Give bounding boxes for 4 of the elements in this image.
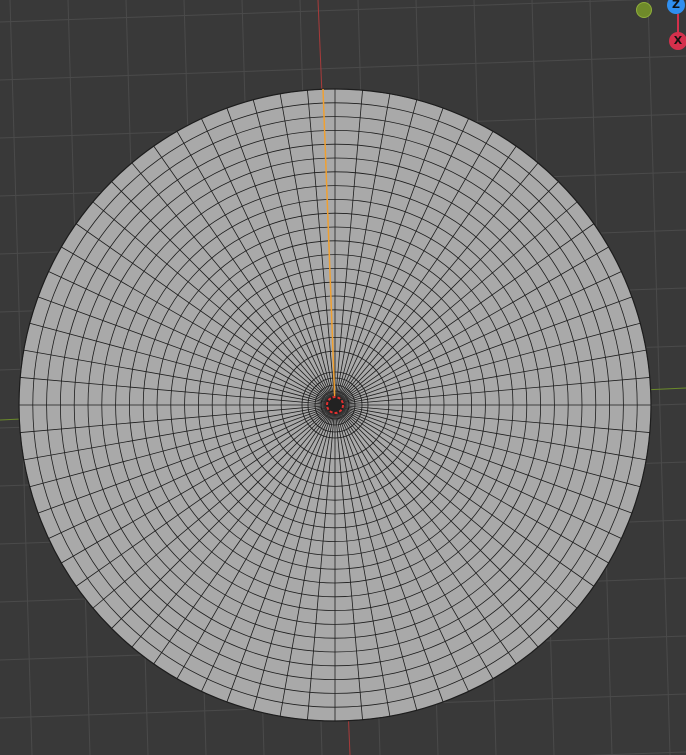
axis-button[interactable]: Z (667, 0, 685, 14)
axis-line-icon (676, 14, 680, 34)
axis-button[interactable]: X (669, 32, 686, 50)
sphere-icon[interactable] (636, 2, 652, 18)
